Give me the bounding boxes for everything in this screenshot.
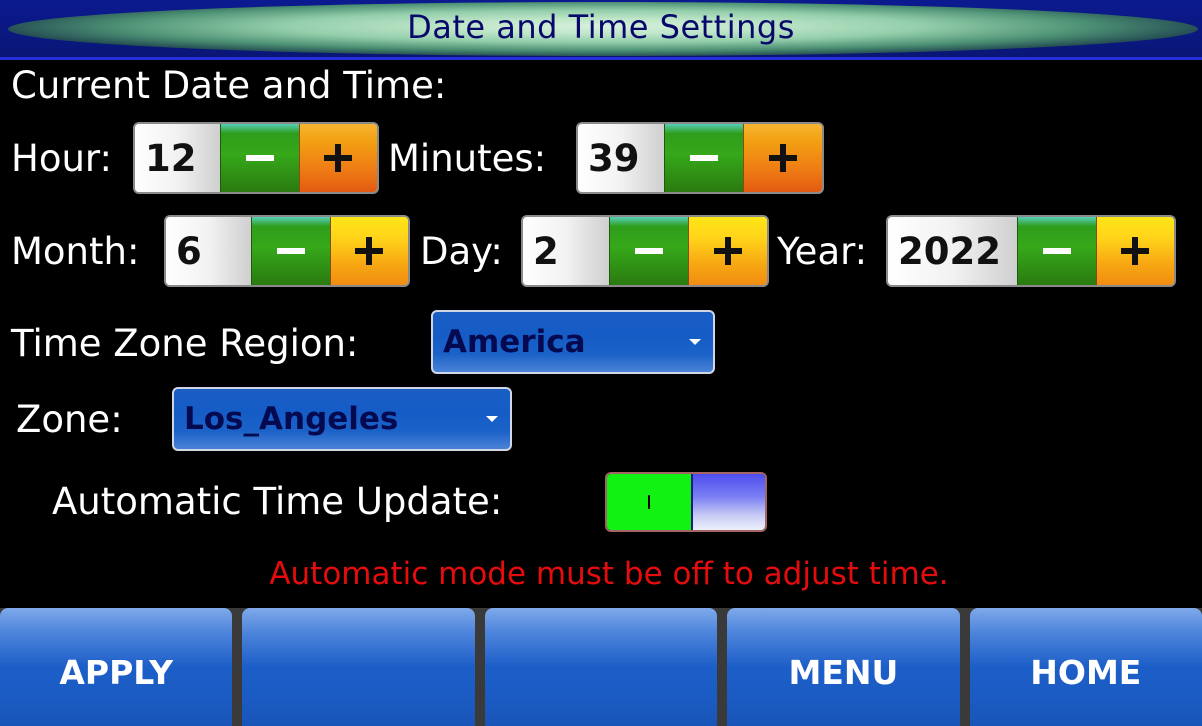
minus-icon bbox=[635, 248, 663, 254]
auto-update-label: Automatic Time Update: bbox=[52, 480, 503, 523]
chevron-down-icon bbox=[689, 339, 701, 345]
title-bar: Date and Time Settings bbox=[0, 0, 1202, 60]
minutes-increment-button[interactable] bbox=[743, 124, 822, 192]
year-spinner: 2022 bbox=[886, 215, 1176, 287]
timezone-region-label: Time Zone Region: bbox=[11, 322, 359, 365]
month-value: 6 bbox=[166, 217, 252, 285]
softkey-3-button[interactable] bbox=[484, 608, 718, 726]
month-spinner: 6 bbox=[164, 215, 410, 287]
plus-icon bbox=[355, 237, 384, 265]
minutes-spinner: 39 bbox=[576, 122, 824, 194]
year-label: Year: bbox=[777, 230, 868, 273]
hour-increment-button[interactable] bbox=[298, 124, 377, 192]
softkey-bar: APPLY MENU HOME bbox=[0, 608, 1202, 726]
minus-icon bbox=[690, 155, 718, 161]
plus-icon bbox=[714, 237, 742, 265]
plus-icon bbox=[769, 144, 797, 172]
minutes-label: Minutes: bbox=[388, 137, 547, 180]
date-time-settings-screen: Date and Time Settings Current Date and … bbox=[0, 0, 1202, 726]
toggle-on-indicator bbox=[607, 474, 691, 530]
timezone-region-dropdown[interactable]: America bbox=[431, 310, 715, 374]
zone-dropdown[interactable]: Los_Angeles bbox=[172, 387, 512, 451]
minutes-decrement-button[interactable] bbox=[664, 124, 743, 192]
plus-icon bbox=[324, 144, 353, 172]
minus-icon bbox=[277, 248, 305, 254]
menu-button[interactable]: MENU bbox=[727, 608, 960, 726]
timezone-region-value: America bbox=[443, 324, 586, 360]
warning-message: Automatic mode must be off to adjust tim… bbox=[269, 556, 949, 592]
minus-icon bbox=[246, 155, 274, 161]
day-decrement-button[interactable] bbox=[609, 217, 688, 285]
day-spinner: 2 bbox=[521, 215, 769, 287]
year-decrement-button[interactable] bbox=[1017, 217, 1096, 285]
year-increment-button[interactable] bbox=[1095, 217, 1174, 285]
auto-update-toggle[interactable] bbox=[605, 472, 767, 532]
month-increment-button[interactable] bbox=[329, 217, 408, 285]
hour-spinner: 12 bbox=[133, 122, 379, 194]
softkey-2-button[interactable] bbox=[242, 608, 475, 726]
day-value: 2 bbox=[523, 217, 609, 285]
year-value: 2022 bbox=[888, 217, 1018, 285]
day-label: Day: bbox=[420, 230, 503, 273]
page-title: Date and Time Settings bbox=[407, 8, 795, 46]
apply-button[interactable]: APPLY bbox=[0, 608, 233, 726]
minus-icon bbox=[1042, 248, 1071, 254]
hour-value: 12 bbox=[135, 124, 221, 192]
chevron-down-icon bbox=[486, 416, 498, 422]
day-increment-button[interactable] bbox=[688, 217, 767, 285]
hour-label: Hour: bbox=[11, 137, 112, 180]
toggle-knob bbox=[691, 474, 765, 530]
current-date-time-label: Current Date and Time: bbox=[11, 64, 447, 107]
month-label: Month: bbox=[11, 230, 140, 273]
month-decrement-button[interactable] bbox=[251, 217, 330, 285]
zone-label: Zone: bbox=[16, 398, 123, 441]
plus-icon bbox=[1121, 237, 1150, 265]
zone-value: Los_Angeles bbox=[184, 401, 399, 437]
hour-decrement-button[interactable] bbox=[220, 124, 299, 192]
minutes-value: 39 bbox=[578, 124, 664, 192]
home-button[interactable]: HOME bbox=[969, 608, 1202, 726]
on-tick-icon bbox=[648, 495, 650, 509]
